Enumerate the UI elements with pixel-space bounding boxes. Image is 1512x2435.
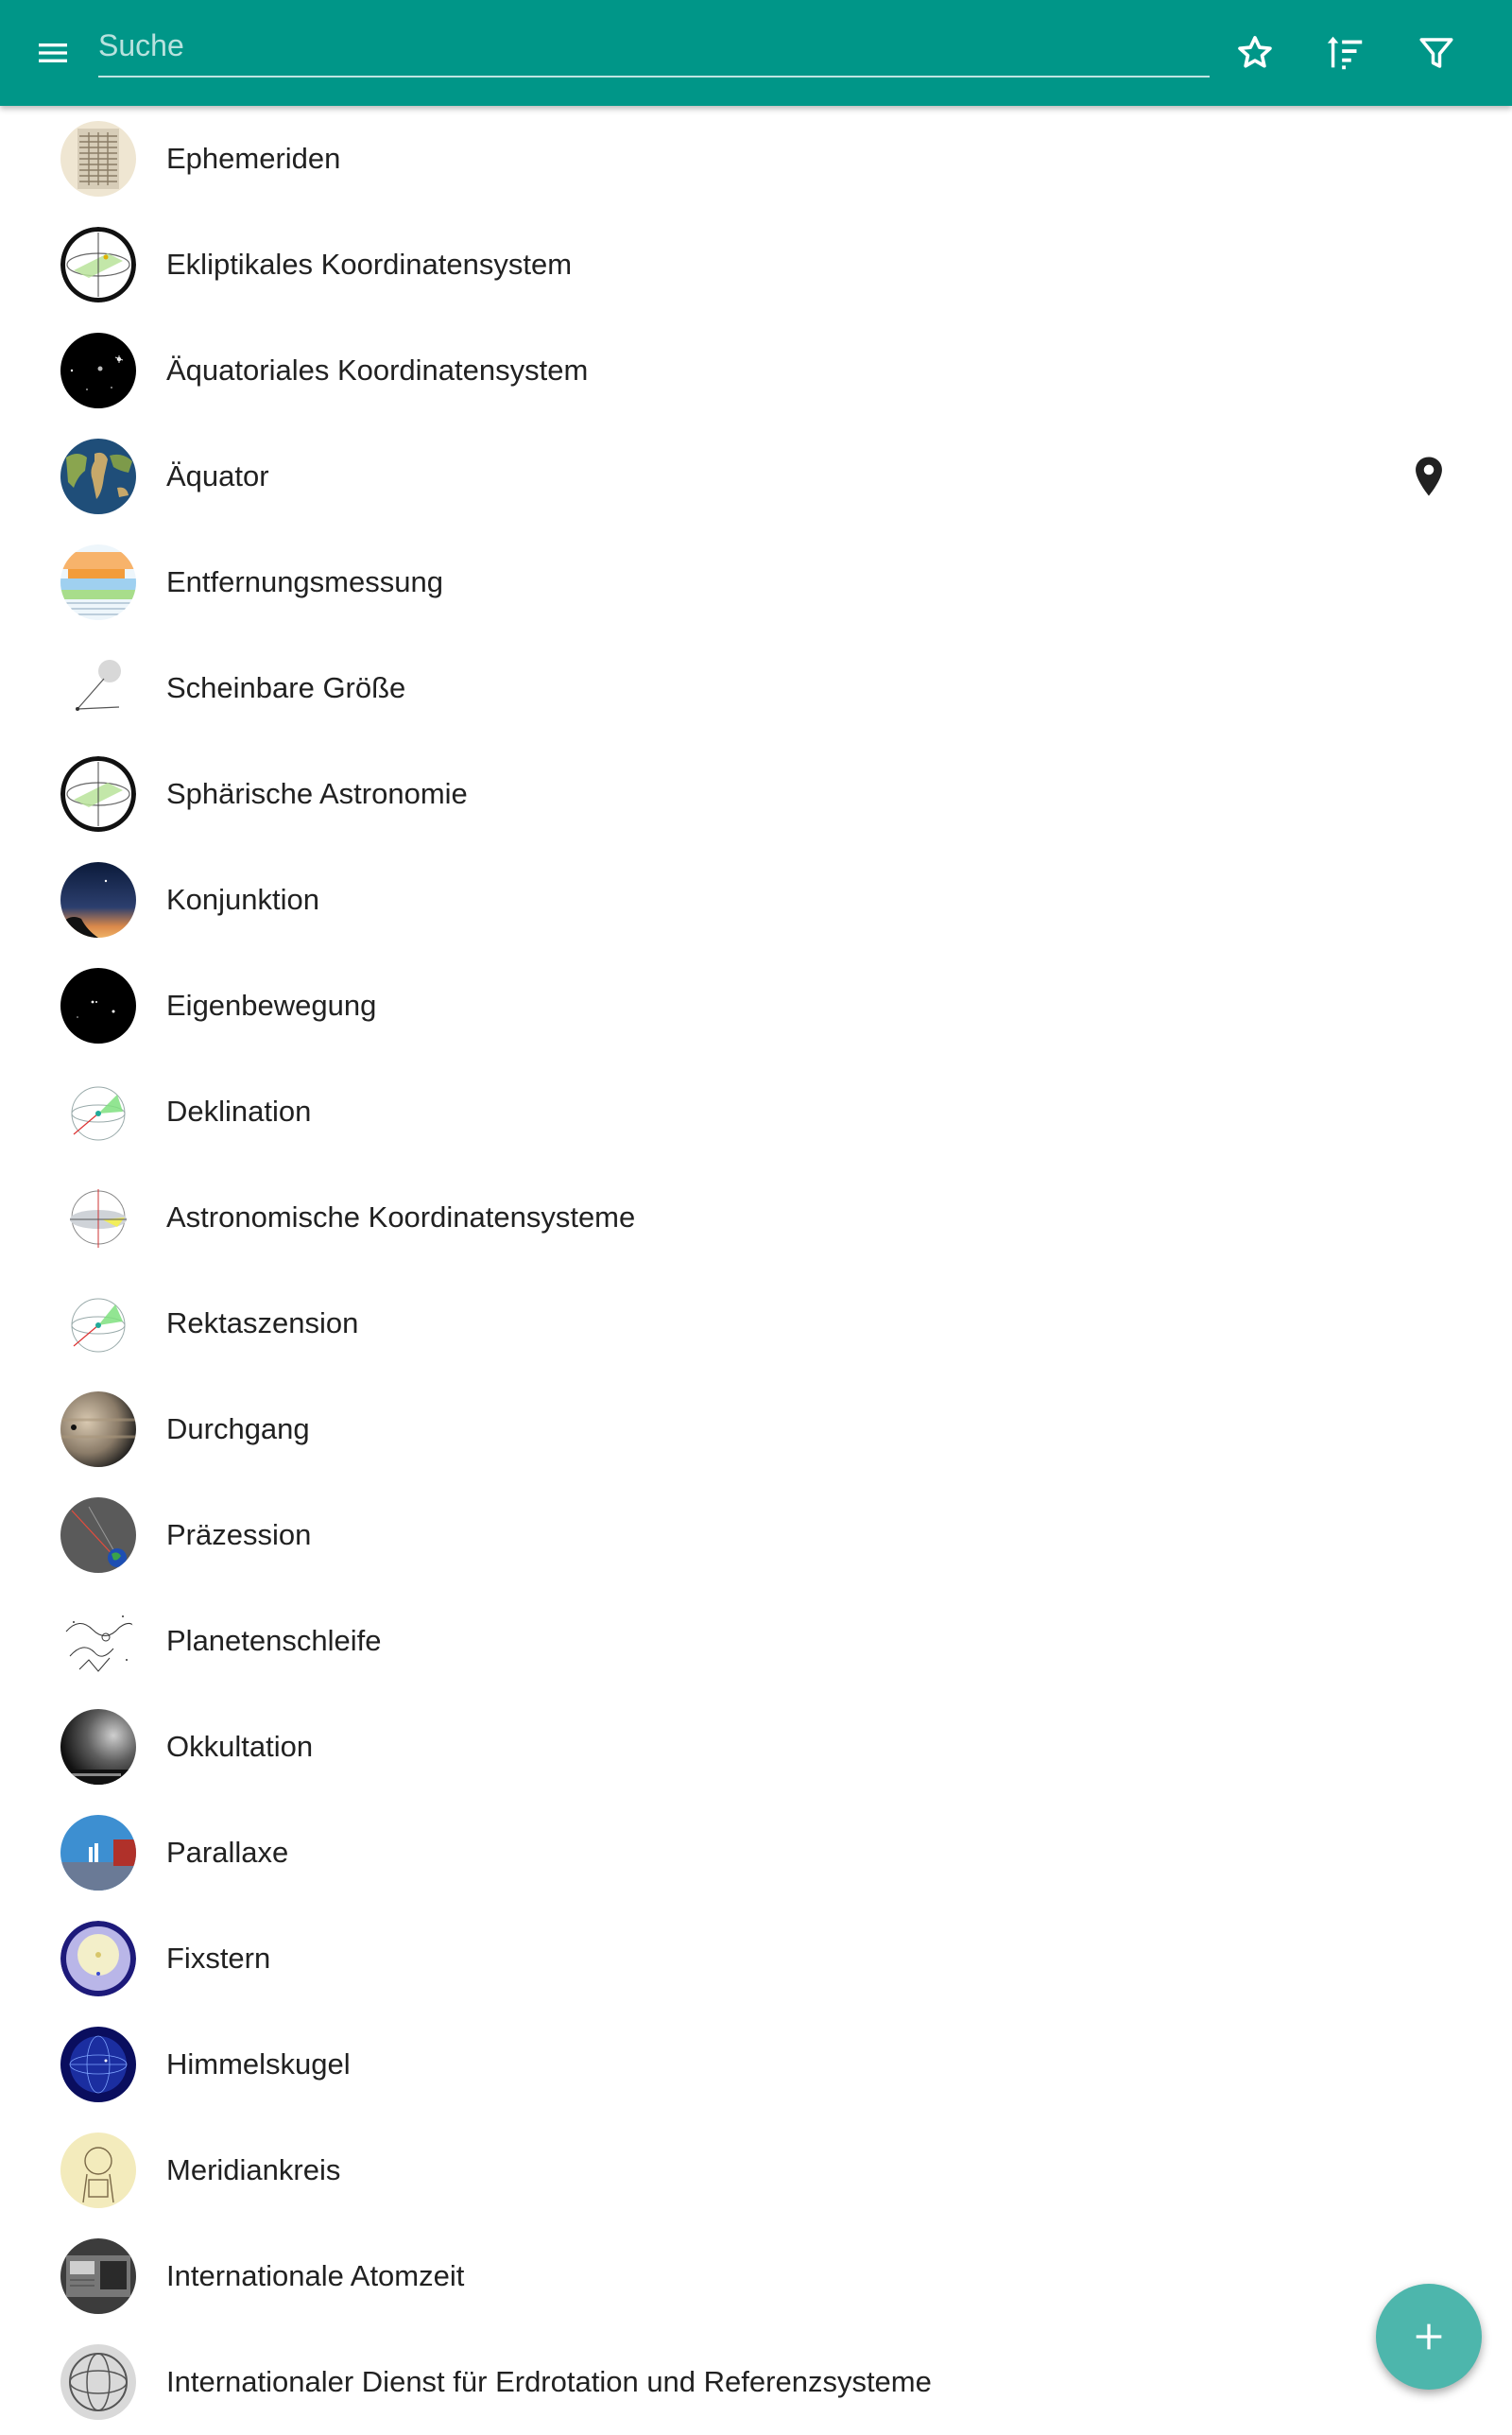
celestial-diagram-thumbnail — [60, 756, 136, 832]
list-item[interactable]: Internationaler Dienst für Erdrotation u… — [0, 2329, 1512, 2435]
list-item[interactable]: Ekliptikales Koordinatensystem — [0, 212, 1512, 318]
atomic-clock-thumbnail — [60, 2238, 136, 2314]
list-item[interactable]: Deklination — [0, 1059, 1512, 1165]
star-icon[interactable] — [1227, 25, 1283, 81]
list-item[interactable]: Meridiankreis — [0, 2117, 1512, 2223]
list-item[interactable]: Präzession — [0, 1482, 1512, 1588]
list-item[interactable]: Eigenbewegung — [0, 953, 1512, 1059]
meridian-circle-thumbnail — [60, 2133, 136, 2208]
distance-chart-thumbnail — [60, 544, 136, 620]
app-bar — [0, 0, 1512, 106]
list-item[interactable]: Internationale Atomzeit — [0, 2223, 1512, 2329]
item-label: Okkultation — [166, 1730, 314, 1763]
earth-rotation-thumbnail — [60, 2344, 136, 2420]
list-item[interactable]: Durchgang — [0, 1376, 1512, 1482]
twilight-sky-thumbnail — [60, 862, 136, 938]
search-field — [98, 19, 1210, 78]
item-label: Rektaszension — [166, 1306, 359, 1339]
apparent-size-thumbnail — [60, 650, 136, 726]
list-item[interactable]: Entfernungsmessung — [0, 529, 1512, 635]
list-item[interactable]: Astronomische Koordinatensysteme — [0, 1165, 1512, 1270]
sort-icon[interactable] — [1317, 25, 1374, 81]
item-label: Eigenbewegung — [166, 989, 377, 1022]
planet-transit-thumbnail — [60, 1391, 136, 1467]
list-item[interactable]: Äquator — [0, 423, 1512, 529]
list-item[interactable]: Parallaxe — [0, 1800, 1512, 1906]
right-ascension-diagram-thumbnail — [60, 1286, 136, 1361]
list-item[interactable]: Okkultation — [0, 1694, 1512, 1800]
item-label: Internationale Atomzeit — [166, 2259, 465, 2292]
list-item[interactable]: Scheinbare Größe — [0, 635, 1512, 741]
item-label: Sphärische Astronomie — [166, 777, 468, 810]
fixed-star-thumbnail — [60, 1921, 136, 1996]
parallax-thumbnail — [60, 1815, 136, 1891]
earth-map-thumbnail — [60, 439, 136, 514]
list-item[interactable]: Fixstern — [0, 1906, 1512, 2012]
item-label: Durchgang — [166, 1412, 310, 1445]
celestial-sphere-thumbnail — [60, 2027, 136, 2102]
night-sky-thumbnail — [60, 333, 136, 408]
list-item[interactable]: Sphärische Astronomie — [0, 741, 1512, 847]
item-label: Planetenschleife — [166, 1624, 382, 1657]
occultation-thumbnail — [60, 1709, 136, 1785]
list-item[interactable]: Planetenschleife — [0, 1588, 1512, 1694]
list-item[interactable]: Rektaszension — [0, 1270, 1512, 1376]
item-label: Himmelskugel — [166, 2047, 351, 2081]
item-label: Konjunktion — [166, 883, 320, 916]
ecliptic-diagram-thumbnail — [60, 227, 136, 302]
add-button[interactable] — [1376, 2284, 1482, 2390]
star-field-thumbnail — [60, 968, 136, 1044]
item-label: Ekliptikales Koordinatensystem — [166, 248, 573, 281]
item-label: Astronomische Koordinatensysteme — [166, 1200, 636, 1234]
item-label: Deklination — [166, 1095, 312, 1128]
filter-icon[interactable] — [1408, 25, 1465, 81]
item-label: Meridiankreis — [166, 2153, 341, 2186]
ephemeris-thumbnail — [60, 121, 136, 197]
list-item[interactable]: Ephemeriden — [0, 106, 1512, 212]
precession-thumbnail — [60, 1497, 136, 1573]
item-label: Fixstern — [166, 1942, 271, 1975]
planet-loop-sketch-thumbnail — [60, 1603, 136, 1679]
item-label: Internationaler Dienst für Erdrotation u… — [166, 2365, 932, 2398]
item-label: Äquatoriales Koordinatensystem — [166, 354, 589, 387]
item-label: Äquator — [166, 459, 269, 492]
location-pin-icon — [1412, 456, 1446, 497]
coordinate-systems-thumbnail — [60, 1180, 136, 1255]
declination-diagram-thumbnail — [60, 1074, 136, 1149]
item-label: Entfernungsmessung — [166, 565, 443, 598]
menu-icon[interactable] — [25, 25, 81, 81]
item-label: Parallaxe — [166, 1836, 289, 1869]
item-label: Scheinbare Größe — [166, 671, 406, 704]
item-label: Präzession — [166, 1518, 312, 1551]
list-item[interactable]: Äquatoriales Koordinatensystem — [0, 318, 1512, 423]
add-icon — [1410, 2318, 1448, 2356]
topic-list: Ephemeriden Ekliptikales Koordinatensyst… — [0, 106, 1512, 2435]
search-input[interactable] — [98, 19, 1210, 72]
list-item[interactable]: Himmelskugel — [0, 2012, 1512, 2117]
item-label: Ephemeriden — [166, 142, 341, 175]
list-item[interactable]: Konjunktion — [0, 847, 1512, 953]
